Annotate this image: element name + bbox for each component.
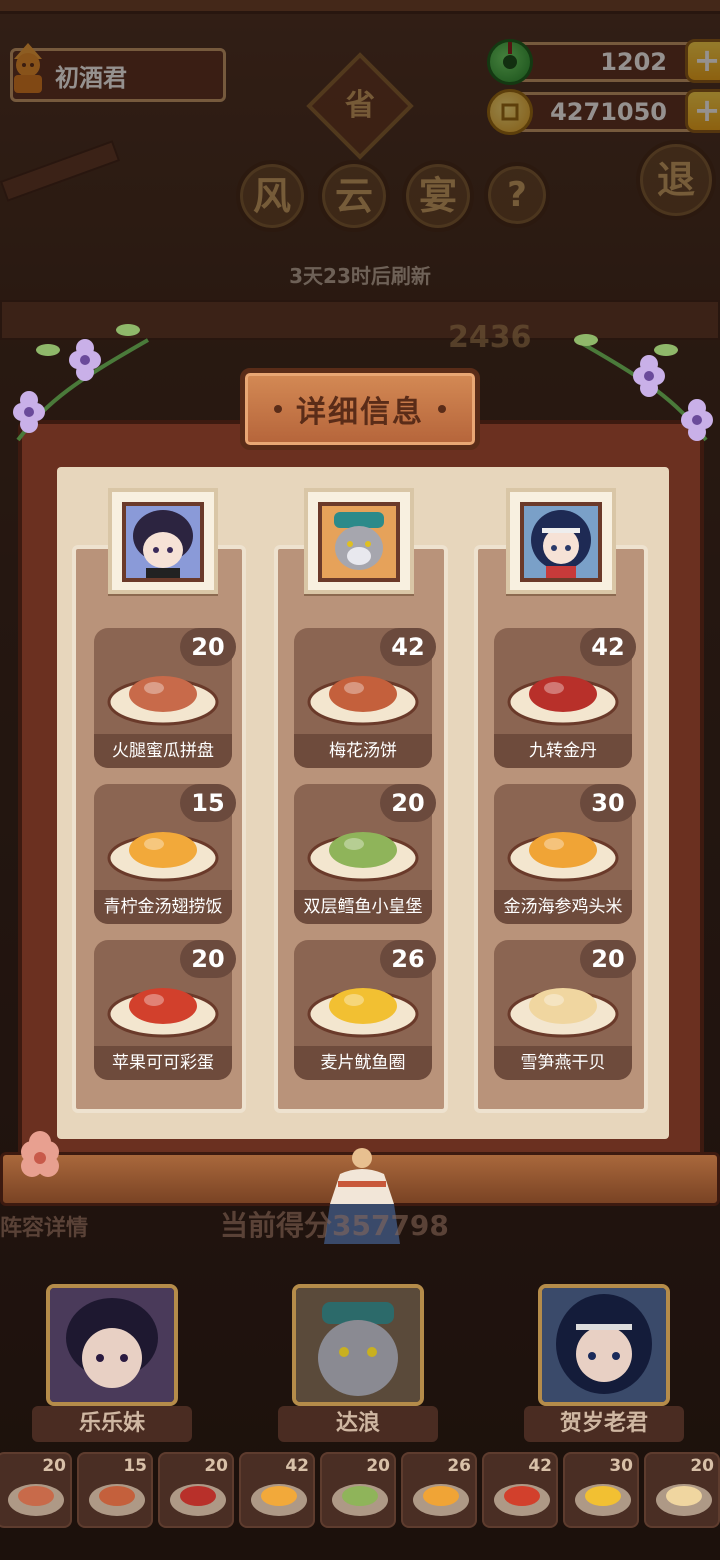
dish-slot-count: 42 xyxy=(528,1456,552,1476)
dish-count: 20 xyxy=(580,940,636,978)
dish-name: 梅花汤饼 xyxy=(294,734,432,768)
hero-name-3: 贺岁老君 xyxy=(524,1406,684,1442)
decor-dot xyxy=(274,405,282,413)
character-portrait-2 xyxy=(304,488,414,594)
dish-name: 苹果可可彩蛋 xyxy=(94,1046,232,1080)
dish-slot-count: 15 xyxy=(123,1456,147,1476)
dish-name: 青柠金汤翅捞饭 xyxy=(94,890,232,924)
dish-slot[interactable]: 20 xyxy=(644,1452,720,1528)
dish-slot[interactable]: 20 xyxy=(158,1452,234,1528)
dish-name: 雪笋燕干贝 xyxy=(494,1046,632,1080)
dish-card[interactable]: 20 火腿蜜瓜拼盘 xyxy=(94,628,236,768)
dish-card[interactable]: 20 双层鳕鱼小皇堡 xyxy=(294,784,436,924)
hero-card-1[interactable] xyxy=(46,1284,178,1406)
dish-slot[interactable]: 42 xyxy=(482,1452,558,1528)
dish-slot[interactable]: 26 xyxy=(401,1452,477,1528)
flower-vine-decor xyxy=(574,334,713,442)
plum-blossom-icon xyxy=(21,1131,59,1177)
lineup-detail-label[interactable]: 阵容详情 xyxy=(0,1210,88,1242)
character-portrait-1 xyxy=(108,488,218,594)
dish-card[interactable]: 20 苹果可可彩蛋 xyxy=(94,940,236,1080)
dish-count: 20 xyxy=(180,940,236,978)
dish-count: 20 xyxy=(380,784,436,822)
dish-slot[interactable]: 42 xyxy=(239,1452,315,1528)
dish-slot-count: 20 xyxy=(366,1456,390,1476)
hero-name-1: 乐乐妹 xyxy=(32,1406,192,1442)
dish-slot-count: 30 xyxy=(609,1456,633,1476)
dish-name: 火腿蜜瓜拼盘 xyxy=(94,734,232,768)
dish-slot-count: 20 xyxy=(690,1456,714,1476)
character-face xyxy=(122,502,204,582)
character-face xyxy=(520,502,602,582)
dish-name: 麦片鱿鱼圈 xyxy=(294,1046,432,1080)
dish-card[interactable]: 30 金汤海参鸡头米 xyxy=(494,784,636,924)
hero-card-2[interactable] xyxy=(292,1284,424,1406)
dish-slot-icon xyxy=(666,1486,702,1506)
dish-slot[interactable]: 30 xyxy=(563,1452,639,1528)
dish-slot-icon xyxy=(585,1486,621,1506)
character-face xyxy=(318,502,400,582)
dish-count: 26 xyxy=(380,940,436,978)
dish-name: 九转金丹 xyxy=(494,734,632,768)
dish-slot[interactable]: 20 xyxy=(0,1452,72,1528)
dish-card[interactable]: 42 九转金丹 xyxy=(494,628,636,768)
dish-slot-count: 26 xyxy=(447,1456,471,1476)
dish-slot-count: 42 xyxy=(285,1456,309,1476)
dish-name: 金汤海参鸡头米 xyxy=(494,890,632,924)
current-score: 当前得分357798 xyxy=(220,1209,449,1242)
dish-count: 42 xyxy=(580,628,636,666)
dish-count: 15 xyxy=(180,784,236,822)
dish-count: 20 xyxy=(180,628,236,666)
dish-card[interactable]: 20 雪笋燕干贝 xyxy=(494,940,636,1080)
dish-slot-icon xyxy=(18,1486,54,1506)
dish-card[interactable]: 15 青柠金汤翅捞饭 xyxy=(94,784,236,924)
hero-card-3[interactable] xyxy=(538,1284,670,1406)
dish-slot-icon xyxy=(261,1486,297,1506)
flower-vine-decor xyxy=(13,324,149,442)
dish-count: 42 xyxy=(380,628,436,666)
dish-count: 30 xyxy=(580,784,636,822)
dish-slot-icon xyxy=(180,1486,216,1506)
dish-card[interactable]: 42 梅花汤饼 xyxy=(294,628,436,768)
dish-slot[interactable]: 20 xyxy=(320,1452,396,1528)
hero-name-2: 达浪 xyxy=(278,1406,438,1442)
dish-slot[interactable]: 15 xyxy=(77,1452,153,1528)
dish-slot-count: 20 xyxy=(42,1456,66,1476)
character-portrait-3 xyxy=(506,488,616,594)
panel-title-plate: 详细信息 xyxy=(240,368,480,450)
decor-dot xyxy=(438,405,446,413)
dish-slot-icon xyxy=(99,1486,135,1506)
dish-slot-icon xyxy=(504,1486,540,1506)
dish-slot-icon xyxy=(423,1486,459,1506)
panel-title: 详细信息 xyxy=(296,395,424,430)
dish-slot-count: 20 xyxy=(204,1456,228,1476)
dish-name: 双层鳕鱼小皇堡 xyxy=(294,890,432,924)
dish-slot-icon xyxy=(342,1486,378,1506)
dish-card[interactable]: 26 麦片鱿鱼圈 xyxy=(294,940,436,1080)
